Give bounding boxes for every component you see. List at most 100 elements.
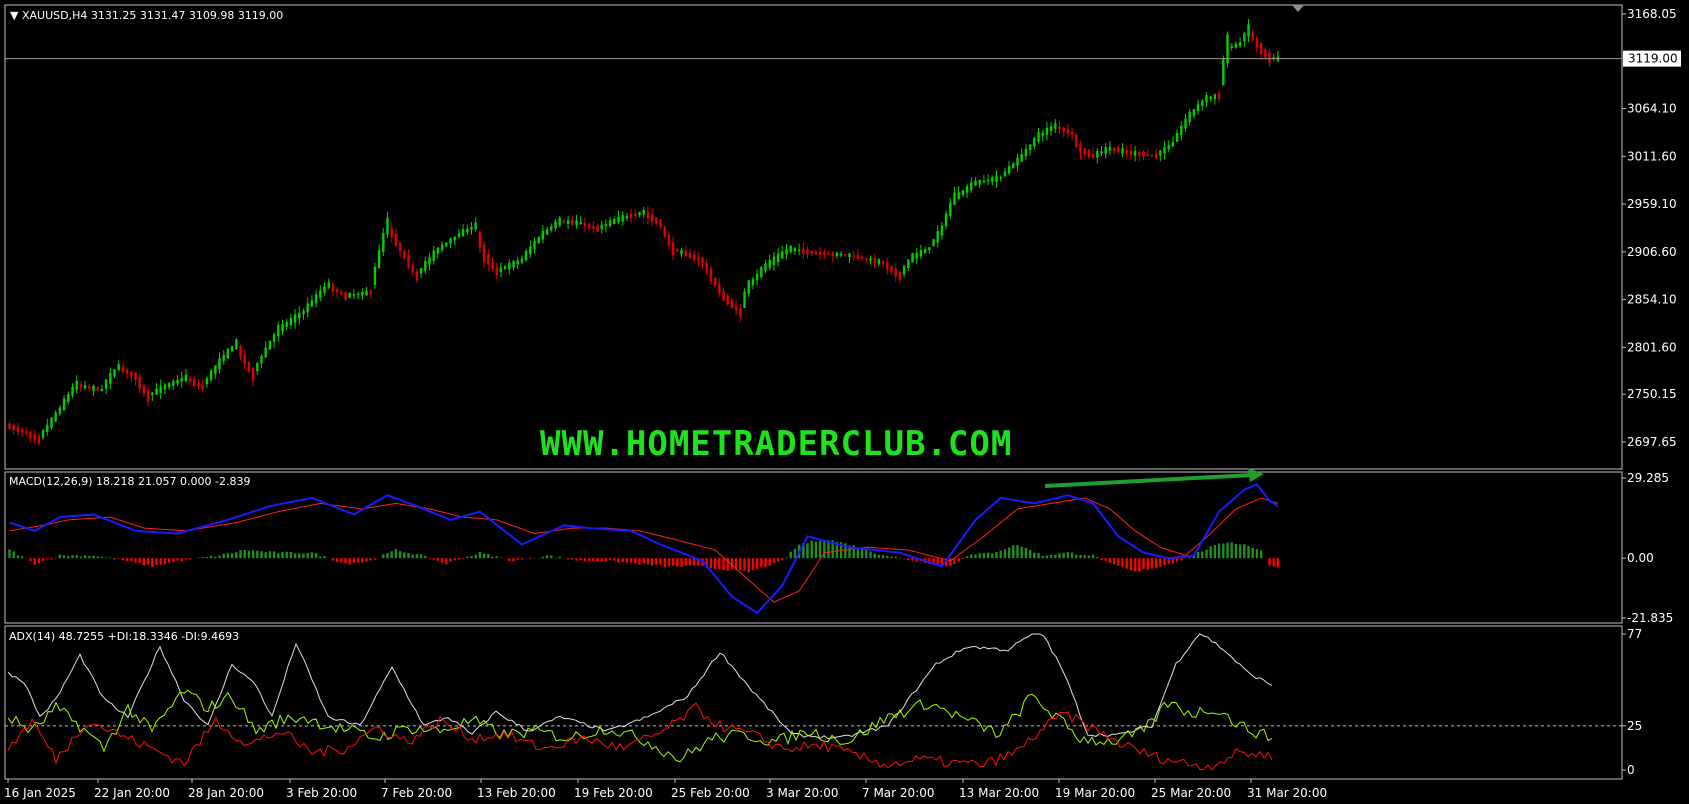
candle-body <box>193 378 196 387</box>
candle-body <box>436 247 440 254</box>
candle-body <box>226 348 230 359</box>
candle-body <box>1066 129 1070 134</box>
candle-body <box>986 179 990 182</box>
chart-header: ▼ XAUUSD,H4 3131.25 3131.47 3109.98 3119… <box>10 9 283 22</box>
candle-body <box>1217 92 1221 99</box>
candle-body <box>671 242 675 256</box>
price-tick-label: 3168.05 <box>1627 7 1677 21</box>
candle-body <box>440 244 444 251</box>
candle-body <box>1100 151 1103 154</box>
candle-body <box>356 293 360 295</box>
candle-body <box>205 378 209 385</box>
candle-body <box>684 251 687 257</box>
candle-body <box>881 261 885 264</box>
candle-body <box>516 260 519 265</box>
chart-canvas[interactable]: 3168.05 3064.10 3011.60 2959.10 2906.60 2854.… <box>0 0 1689 804</box>
candle-body <box>1251 32 1254 41</box>
price-tick-label: 2697.65 <box>1627 435 1677 449</box>
candle-body <box>810 251 813 255</box>
candle-body <box>818 252 822 255</box>
time-tick-label: 22 Jan 20:00 <box>94 786 170 800</box>
candle-body <box>289 318 293 326</box>
candle-body <box>583 223 587 227</box>
candle-body <box>1234 43 1238 48</box>
candle-body <box>613 219 616 224</box>
chevron-down-icon[interactable]: ▼ <box>10 9 22 22</box>
candle-body <box>940 225 944 236</box>
candle-body <box>554 221 557 229</box>
candle-body <box>188 378 192 382</box>
candle-body <box>415 271 419 281</box>
candle-body <box>839 253 843 256</box>
candle-body <box>88 386 91 389</box>
candle-body <box>634 213 637 217</box>
candle-body <box>625 215 629 219</box>
time-tick-label: 7 Feb 20:00 <box>381 786 452 800</box>
candle-body <box>1083 148 1086 155</box>
candle-body <box>100 388 104 391</box>
candle-body <box>991 177 994 182</box>
candle-body <box>911 253 914 263</box>
candle-body <box>461 229 465 237</box>
candle-body <box>970 182 973 191</box>
time-tick-label: 7 Mar 20:00 <box>862 786 935 800</box>
candle-body <box>180 378 183 382</box>
candle-body <box>768 260 771 268</box>
candle-body <box>638 212 641 215</box>
candle-body <box>319 290 322 298</box>
candle-body <box>877 259 881 264</box>
candle-body <box>1259 42 1263 55</box>
candle-body <box>831 252 834 257</box>
candle-body <box>550 226 553 231</box>
candle-body <box>541 230 545 240</box>
candle-body <box>764 263 767 271</box>
ohlc-label: 3131.25 3131.47 3109.98 3119.00 <box>91 9 283 22</box>
candle-body <box>617 216 620 223</box>
candle-body <box>1007 166 1011 174</box>
candle-body <box>1041 132 1044 136</box>
candle-body <box>1209 96 1212 100</box>
candle-body <box>1117 147 1120 153</box>
candle-body <box>835 252 839 257</box>
candle-body <box>491 261 494 270</box>
candle-body <box>949 202 952 217</box>
candle-body <box>251 367 255 381</box>
time-tick-label: 3 Feb 20:00 <box>286 786 357 800</box>
candle-body <box>776 253 780 262</box>
candle-body <box>650 214 654 222</box>
candle-body <box>314 294 318 304</box>
candle-body <box>96 387 99 391</box>
candle-body <box>1142 152 1145 157</box>
candle-body <box>209 370 213 381</box>
candle-body <box>575 220 578 226</box>
candle-body <box>1154 153 1158 159</box>
candle-body <box>306 303 309 313</box>
candle-body <box>109 373 112 384</box>
time-tick-label: 19 Mar 20:00 <box>1055 786 1135 800</box>
price-tick-label: 2959.10 <box>1627 197 1677 211</box>
candle-body <box>16 427 20 432</box>
candle-body <box>743 291 746 308</box>
candle-body <box>739 308 742 317</box>
candle-body <box>646 212 650 219</box>
candle-body <box>760 267 763 277</box>
candle-body <box>432 250 435 261</box>
candle-body <box>923 248 927 254</box>
candle-body <box>797 249 801 251</box>
candle-body <box>138 376 141 389</box>
candle-body <box>751 278 755 286</box>
candle-body <box>982 180 986 183</box>
candle-body <box>29 431 32 439</box>
candle-body <box>1192 109 1196 116</box>
time-tick-label: 13 Feb 20:00 <box>477 786 556 800</box>
candle-body <box>1087 149 1091 158</box>
candle-body <box>79 384 83 388</box>
candle-body <box>344 292 347 300</box>
candle-body <box>718 284 721 294</box>
candle-body <box>377 250 381 269</box>
candle-body <box>142 385 146 394</box>
candle-body <box>113 369 116 377</box>
chart-background <box>0 0 1689 804</box>
time-tick-label: 31 Mar 20:00 <box>1247 786 1327 800</box>
candle-body <box>785 249 788 255</box>
